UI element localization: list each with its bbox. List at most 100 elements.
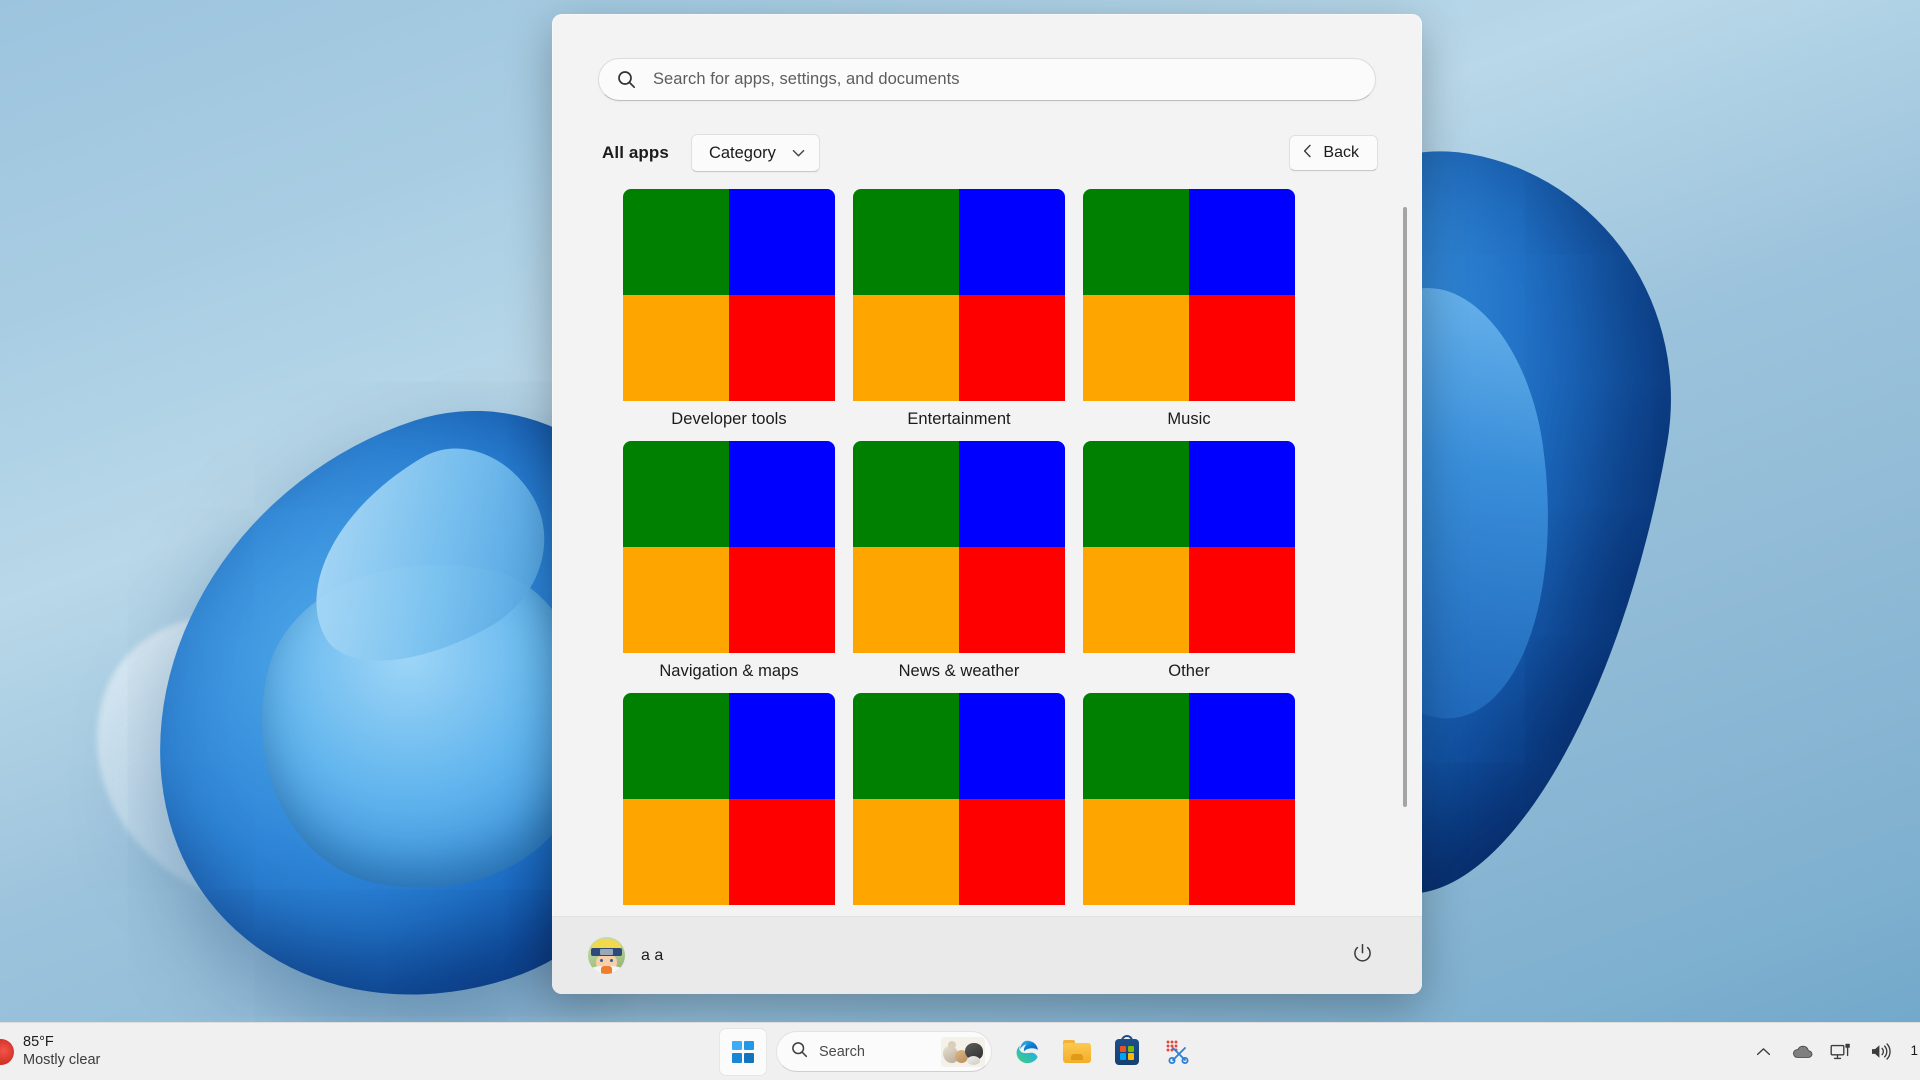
start-icon: [732, 1041, 754, 1063]
start-search-placeholder: Search for apps, settings, and documents: [653, 70, 960, 89]
show-hidden-icons-chevron[interactable]: [1746, 1031, 1780, 1073]
tile-quadrant: [1189, 693, 1295, 799]
category-tile[interactable]: Music: [1083, 189, 1295, 429]
category-tile-art: [623, 189, 835, 401]
weather-icon: [0, 1039, 14, 1065]
category-tile-label: News & weather: [853, 653, 1065, 681]
back-button-label: Back: [1323, 144, 1359, 162]
tile-quadrant: [729, 799, 835, 905]
category-tile-label: Developer tools: [623, 401, 835, 429]
snipping-tool-icon[interactable]: [1154, 1029, 1200, 1075]
weather-widget[interactable]: 85°F Mostly clear: [0, 1023, 100, 1080]
tile-quadrant: [1189, 799, 1295, 905]
all-apps-heading: All apps: [602, 143, 669, 163]
apps-scroll-area: Developer tools Entertainment Music Navigat…: [552, 179, 1422, 916]
onedrive-cloud-icon[interactable]: [1785, 1031, 1819, 1073]
volume-icon[interactable]: [1863, 1031, 1897, 1073]
microsoft-store-icon[interactable]: [1104, 1029, 1150, 1075]
apps-scrollbar[interactable]: [1400, 189, 1410, 916]
tile-quadrant: [623, 547, 729, 653]
category-tile[interactable]: News & weather: [853, 441, 1065, 681]
chevron-down-icon: [792, 144, 805, 163]
tile-quadrant: [853, 441, 959, 547]
tile-quadrant: [1083, 693, 1189, 799]
tile-quadrant: [1083, 547, 1189, 653]
tile-quadrant: [729, 441, 835, 547]
category-tile-art: [623, 441, 835, 653]
tile-quadrant: [1189, 547, 1295, 653]
back-button[interactable]: Back: [1289, 135, 1378, 171]
taskbar-clock[interactable]: 1: [1902, 1043, 1918, 1060]
tile-quadrant: [729, 693, 835, 799]
tile-quadrant: [1083, 799, 1189, 905]
category-tile-art: [1083, 189, 1295, 401]
category-tile[interactable]: Developer tools: [623, 189, 835, 429]
category-tile-label: [853, 905, 1065, 914]
tile-quadrant: [853, 295, 959, 401]
tile-quadrant: [623, 441, 729, 547]
category-tile-art: [853, 189, 1065, 401]
tile-quadrant: [1083, 295, 1189, 401]
category-tile-label: [1083, 905, 1295, 914]
tile-quadrant: [623, 189, 729, 295]
chevron-left-icon: [1303, 144, 1312, 163]
start-search-container: Search for apps, settings, and documents: [552, 14, 1422, 101]
tile-quadrant: [623, 799, 729, 905]
category-tile-art: [623, 693, 835, 905]
category-tile[interactable]: [623, 693, 835, 914]
tile-quadrant: [959, 295, 1065, 401]
tile-quadrant: [959, 441, 1065, 547]
tile-quadrant: [729, 295, 835, 401]
category-tile-label: [623, 905, 835, 914]
category-tile-label: Entertainment: [853, 401, 1065, 429]
category-tile[interactable]: Entertainment: [853, 189, 1065, 429]
power-button[interactable]: [1342, 936, 1382, 976]
file-explorer-icon[interactable]: [1054, 1029, 1100, 1075]
category-dropdown-label: Category: [709, 144, 776, 163]
taskbar-search-label: Search: [819, 1044, 865, 1060]
tile-quadrant: [853, 189, 959, 295]
tile-quadrant: [623, 295, 729, 401]
category-tile-label: Music: [1083, 401, 1295, 429]
category-tile[interactable]: Navigation & maps: [623, 441, 835, 681]
tile-quadrant: [959, 547, 1065, 653]
tile-quadrant: [1083, 441, 1189, 547]
network-icon[interactable]: [1824, 1031, 1858, 1073]
start-search-input[interactable]: Search for apps, settings, and documents: [598, 58, 1376, 101]
tile-quadrant: [1083, 189, 1189, 295]
category-tile-art: [1083, 441, 1295, 653]
tile-quadrant: [729, 189, 835, 295]
account-button[interactable]: a a: [582, 931, 675, 980]
category-tile[interactable]: Other: [1083, 441, 1295, 681]
account-name: a a: [641, 947, 663, 965]
wallpaper-shape: [46, 545, 553, 994]
category-tile[interactable]: [853, 693, 1065, 914]
category-tile[interactable]: [1083, 693, 1295, 914]
apps-scrollbar-thumb[interactable]: [1403, 207, 1407, 807]
image-thumbnail[interactable]: [941, 1037, 985, 1067]
weather-temperature: 85°F: [23, 1034, 100, 1052]
category-tile-label: Navigation & maps: [623, 653, 835, 681]
category-tile-art: [1083, 693, 1295, 905]
edge-icon[interactable]: [1004, 1029, 1050, 1075]
tile-quadrant: [1189, 189, 1295, 295]
system-tray: 1: [1746, 1023, 1920, 1080]
taskbar-search-box[interactable]: Search: [776, 1031, 992, 1072]
power-icon: [1351, 942, 1374, 970]
tile-quadrant: [853, 547, 959, 653]
taskbar-center-group: Search: [720, 1029, 1200, 1075]
search-icon: [791, 1041, 808, 1063]
avatar: [588, 937, 625, 974]
search-icon: [617, 70, 639, 89]
category-tile-art: [853, 441, 1065, 653]
start-button[interactable]: [720, 1029, 766, 1075]
tile-quadrant: [959, 189, 1065, 295]
tile-quadrant: [853, 693, 959, 799]
tile-quadrant: [729, 547, 835, 653]
start-menu: Search for apps, settings, and documents…: [552, 14, 1422, 994]
category-dropdown[interactable]: Category: [691, 134, 820, 172]
tile-quadrant: [623, 693, 729, 799]
tile-quadrant: [959, 693, 1065, 799]
desktop: Search for apps, settings, and documents…: [0, 0, 1920, 1080]
wallpaper-shape: [272, 420, 579, 701]
